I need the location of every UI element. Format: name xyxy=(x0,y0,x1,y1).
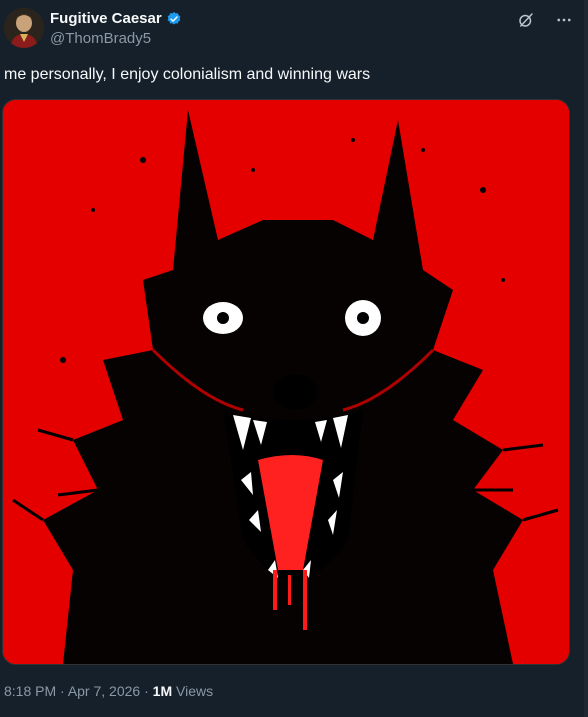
meta-separator: · xyxy=(140,683,153,699)
more-icon[interactable] xyxy=(554,10,574,30)
tweet-date[interactable]: Apr 7, 2026 xyxy=(68,683,140,699)
views-count: 1M xyxy=(152,683,173,699)
tweet-text: me personally, I enjoy colonialism and w… xyxy=(4,66,371,83)
tweet-meta: 8:18 PM · Apr 7, 2026 · 1M Views xyxy=(4,683,213,699)
tweet-time[interactable]: 8:18 PM xyxy=(4,683,56,699)
verified-badge-icon xyxy=(166,11,182,27)
avatar[interactable] xyxy=(4,8,44,48)
tweet-image[interactable] xyxy=(2,99,570,665)
handle[interactable]: @ThomBrady5 xyxy=(50,30,182,47)
meta-separator: · xyxy=(56,683,68,699)
scrollbar[interactable] xyxy=(584,0,588,717)
views-label: Views xyxy=(172,683,214,699)
tweet-header: Fugitive Caesar @ThomBrady5 xyxy=(0,0,588,60)
grok-icon[interactable] xyxy=(516,10,536,30)
display-name[interactable]: Fugitive Caesar xyxy=(50,10,162,27)
